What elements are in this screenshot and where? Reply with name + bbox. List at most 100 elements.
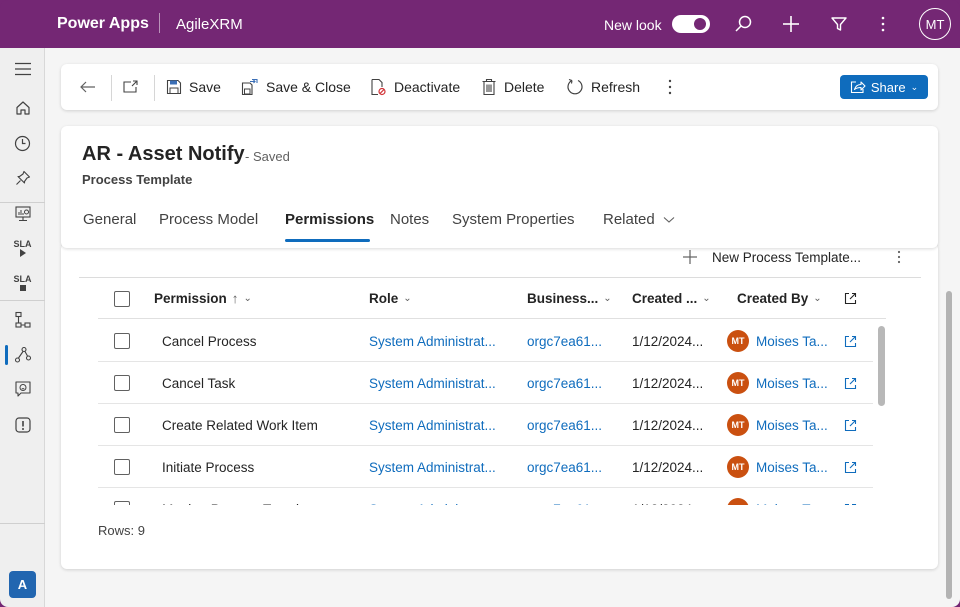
record-title: AR - Asset Notify: [82, 143, 245, 165]
created-by-link[interactable]: MT Moises Ta...: [727, 362, 828, 404]
business-unit-link[interactable]: orgc7ea61...: [527, 404, 602, 446]
sidebar-divider: [0, 300, 45, 301]
save-and-close-button[interactable]: Save & Close: [241, 64, 351, 110]
process-flow-icon[interactable]: [0, 338, 45, 372]
record-header: AR - Asset Notify - Saved Process Templa…: [61, 126, 938, 248]
share-button[interactable]: Share ⌄: [840, 75, 928, 99]
table-row[interactable]: Cancel Task System Administrat... orgc7e…: [98, 362, 873, 404]
open-record-button[interactable]: [844, 320, 857, 362]
tab-related[interactable]: Related: [603, 211, 675, 228]
created-by-link[interactable]: MT Moises Ta...: [727, 320, 828, 362]
role-link[interactable]: System Administrat...: [369, 446, 496, 488]
created-by-link[interactable]: MT Moises Ta...: [727, 404, 828, 446]
search-icon[interactable]: [731, 12, 755, 36]
dashboard-monitor-icon[interactable]: [0, 197, 45, 231]
sla-stop-icon[interactable]: SLA: [0, 266, 45, 300]
column-header-created-by[interactable]: Created By ⌄: [737, 278, 822, 319]
open-in-new-icon: [844, 503, 857, 505]
tab-permissions[interactable]: Permissions: [285, 211, 374, 228]
pin-icon[interactable]: [0, 161, 45, 195]
app-name[interactable]: AgileXRM: [176, 16, 243, 33]
permission-cell[interactable]: Cancel Task: [162, 362, 235, 404]
column-header-business-unit[interactable]: Business... ⌄: [527, 278, 612, 319]
save-button[interactable]: Save: [166, 64, 221, 110]
created-by-name: Moises Ta...: [756, 375, 828, 391]
table-row[interactable]: Monitor Process Template System Administ…: [98, 488, 873, 505]
business-unit-link[interactable]: orgc7ea61...: [527, 488, 602, 506]
open-record-button[interactable]: [844, 404, 857, 446]
row-checkbox[interactable]: [114, 488, 130, 505]
more-commands-button[interactable]: [662, 64, 678, 110]
row-checkbox[interactable]: [114, 362, 130, 404]
column-header-role[interactable]: Role ⌄: [369, 278, 412, 319]
column-label: Business...: [527, 291, 599, 306]
created-on-cell: 1/12/2024...: [632, 417, 704, 433]
role-link[interactable]: System Administrat...: [369, 320, 496, 362]
rows-count: Rows: 9: [98, 523, 145, 538]
business-unit-link[interactable]: orgc7ea61...: [527, 446, 602, 488]
table-row[interactable]: Initiate Process System Administrat... o…: [98, 446, 873, 488]
app-window: Power Apps AgileXRM New look MT SLA SLA …: [0, 0, 960, 607]
select-all-checkbox[interactable]: [114, 278, 130, 319]
tab-process-model[interactable]: Process Model: [159, 211, 258, 228]
feedback-chat-icon[interactable]: [0, 372, 45, 406]
open-grid-button[interactable]: [844, 278, 857, 319]
row-checkbox[interactable]: [114, 446, 130, 488]
table-row[interactable]: Cancel Process System Administrat... org…: [98, 320, 873, 362]
hamburger-menu-icon[interactable]: [0, 52, 45, 86]
recent-clock-icon[interactable]: [0, 126, 45, 160]
business-unit-link[interactable]: orgc7ea61...: [527, 362, 602, 404]
role-link[interactable]: System Administrat...: [369, 404, 496, 446]
new-look-toggle[interactable]: [672, 15, 710, 33]
delete-button[interactable]: Delete: [481, 64, 544, 110]
permission-cell[interactable]: Initiate Process: [162, 446, 254, 488]
new-process-template-button[interactable]: New Process Template...: [682, 247, 861, 267]
role-link[interactable]: System Administrat...: [369, 488, 496, 506]
deactivate-button[interactable]: Deactivate: [369, 64, 460, 110]
user-avatar: MT: [727, 330, 749, 352]
plus-icon[interactable]: [779, 12, 803, 36]
open-new-window-button[interactable]: [122, 64, 140, 110]
filter-icon[interactable]: [827, 12, 851, 36]
alert-icon[interactable]: [0, 408, 45, 442]
entity-name: Process Template: [82, 172, 193, 187]
permission-cell[interactable]: Monitor Process Template: [162, 488, 318, 506]
chevron-down-icon: ⌄: [910, 81, 919, 92]
more-vertical-icon: [668, 79, 672, 95]
open-record-button[interactable]: [844, 488, 857, 505]
permission-cell[interactable]: Create Related Work Item: [162, 404, 318, 446]
user-avatar[interactable]: MT: [919, 8, 951, 40]
open-record-button[interactable]: [844, 362, 857, 404]
app-switcher-badge[interactable]: A: [9, 571, 36, 598]
grid-scrollbar[interactable]: [878, 326, 885, 406]
process-tree-icon[interactable]: [0, 303, 45, 337]
save-close-label: Save & Close: [266, 79, 351, 95]
created-by-link[interactable]: MT Moises Ta...: [727, 446, 828, 488]
brand-title[interactable]: Power Apps: [57, 15, 149, 33]
subgrid-more-button[interactable]: [894, 249, 904, 270]
back-button[interactable]: [79, 64, 97, 110]
more-vertical-icon[interactable]: [871, 12, 895, 36]
sla-label: SLA: [13, 273, 32, 284]
tab-general[interactable]: General: [83, 211, 136, 228]
tab-notes[interactable]: Notes: [390, 211, 429, 228]
created-by-link[interactable]: MT Moises Ta...: [727, 488, 828, 505]
sla-play-icon[interactable]: SLA: [0, 231, 45, 265]
row-checkbox[interactable]: [114, 320, 130, 362]
refresh-button[interactable]: Refresh: [566, 64, 640, 110]
table-row[interactable]: Create Related Work Item System Administ…: [98, 404, 873, 446]
save-disk-icon: [166, 79, 182, 95]
permission-cell[interactable]: Cancel Process: [162, 320, 257, 362]
column-header-permission[interactable]: Permission ↑ ⌄: [154, 278, 252, 319]
row-checkbox[interactable]: [114, 404, 130, 446]
tab-system-properties[interactable]: System Properties: [452, 211, 575, 228]
business-unit-link[interactable]: orgc7ea61...: [527, 320, 602, 362]
role-link[interactable]: System Administrat...: [369, 362, 496, 404]
trash-icon: [482, 78, 496, 96]
chevron-down-icon: ⌄: [243, 293, 252, 304]
checkbox: [114, 333, 130, 349]
home-icon[interactable]: [0, 91, 45, 125]
open-record-button[interactable]: [844, 446, 857, 488]
column-header-created-on[interactable]: Created ... ⌄: [632, 278, 711, 319]
page-scrollbar[interactable]: [946, 291, 952, 599]
